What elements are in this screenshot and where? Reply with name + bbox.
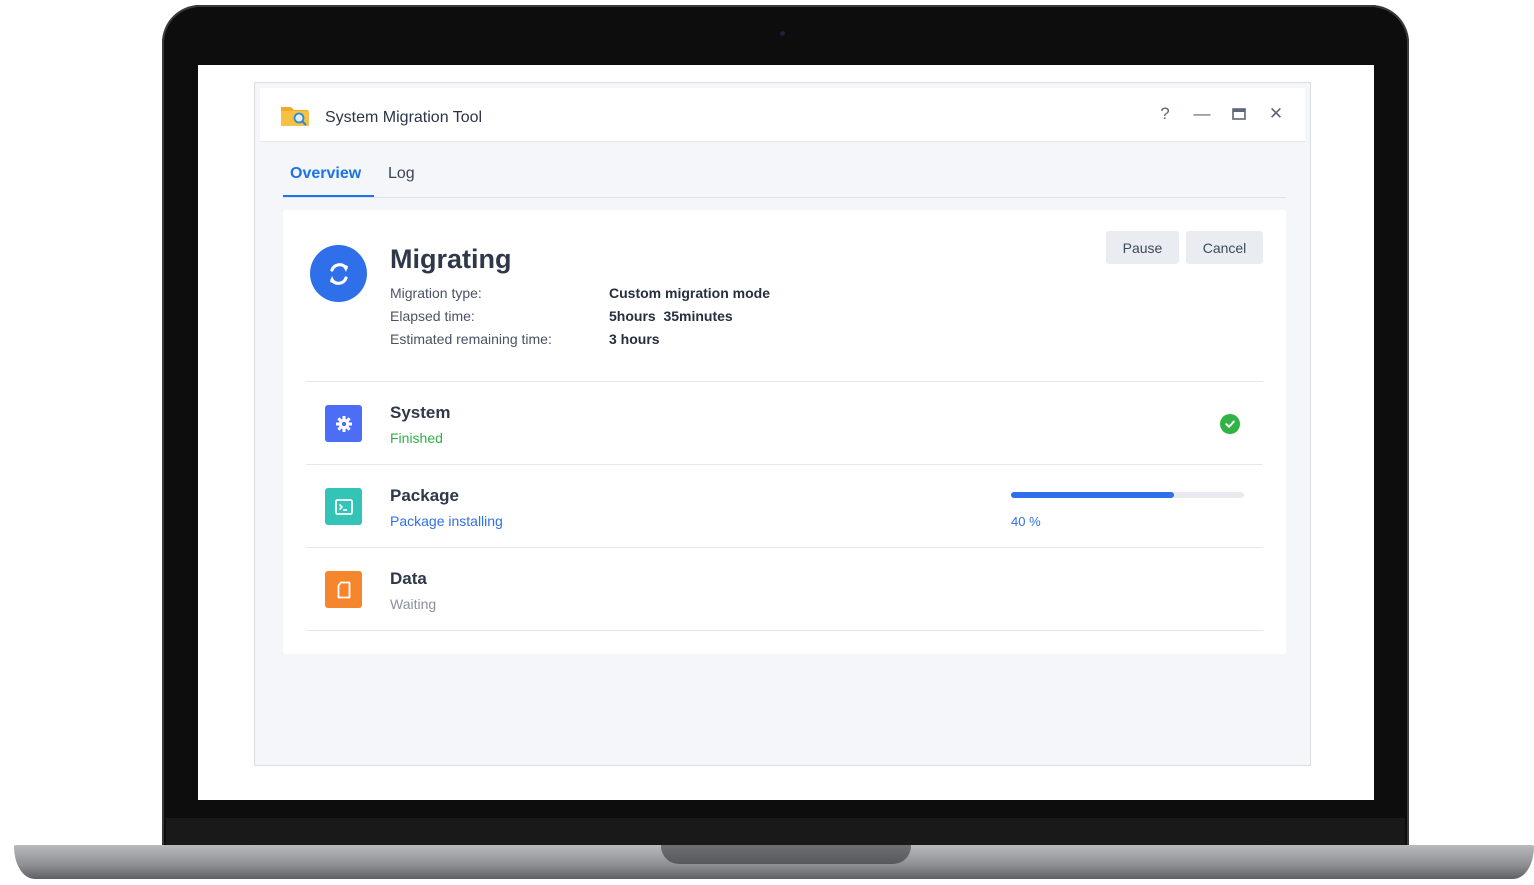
camera	[780, 31, 785, 36]
app-window: System Migration Tool ? — ✕ Overview Log…	[254, 82, 1311, 766]
step-title-data: Data	[390, 569, 427, 588]
help-icon[interactable]: ?	[1153, 102, 1177, 126]
package-progress-label: 40 %	[1011, 514, 1041, 529]
maximize-icon[interactable]	[1227, 102, 1251, 126]
elapsed-time-label: Elapsed time:	[390, 308, 475, 324]
remaining-time-value: 3 hours	[609, 331, 660, 347]
close-icon[interactable]: ✕	[1264, 102, 1288, 126]
tab-bar: Overview Log	[283, 159, 1286, 198]
divider	[306, 464, 1263, 465]
elapsed-time-value: 5hours 35minutes	[609, 308, 733, 324]
step-title-package: Package	[390, 486, 459, 505]
laptop-bezel	[166, 818, 1405, 846]
gear-icon	[325, 405, 362, 442]
migration-type-value: Custom migration mode	[609, 285, 771, 301]
window-title: System Migration Tool	[325, 109, 483, 126]
folder-search-icon	[280, 103, 310, 127]
status-title: Migrating	[390, 244, 512, 274]
active-tab-indicator	[283, 195, 374, 197]
remaining-time-label: Estimated remaining time:	[390, 331, 552, 347]
tab-overview[interactable]: Overview	[290, 165, 361, 193]
divider	[306, 547, 1263, 548]
laptop-notch	[661, 845, 911, 864]
package-progress-bar	[1011, 492, 1244, 498]
terminal-icon	[325, 488, 362, 525]
tab-log[interactable]: Log	[388, 165, 415, 193]
step-title-system: System	[390, 403, 451, 422]
check-circle-icon	[1220, 414, 1240, 434]
divider	[306, 630, 1263, 631]
file-icon	[325, 571, 362, 608]
migration-type-label: Migration type:	[390, 285, 482, 301]
package-progress-fill	[1011, 492, 1175, 498]
sync-icon	[310, 245, 367, 302]
overview-panel: Migrating Migration type: Custom migrati…	[283, 210, 1286, 654]
pause-button[interactable]: Pause	[1106, 231, 1179, 264]
minimize-icon[interactable]: —	[1190, 102, 1214, 126]
step-status-package: Package installing	[390, 513, 503, 529]
divider	[306, 381, 1263, 382]
cancel-button[interactable]: Cancel	[1186, 231, 1263, 264]
step-status-system: Finished	[390, 430, 443, 446]
title-bar: System Migration Tool ? — ✕	[260, 88, 1305, 142]
step-status-data: Waiting	[390, 596, 437, 612]
